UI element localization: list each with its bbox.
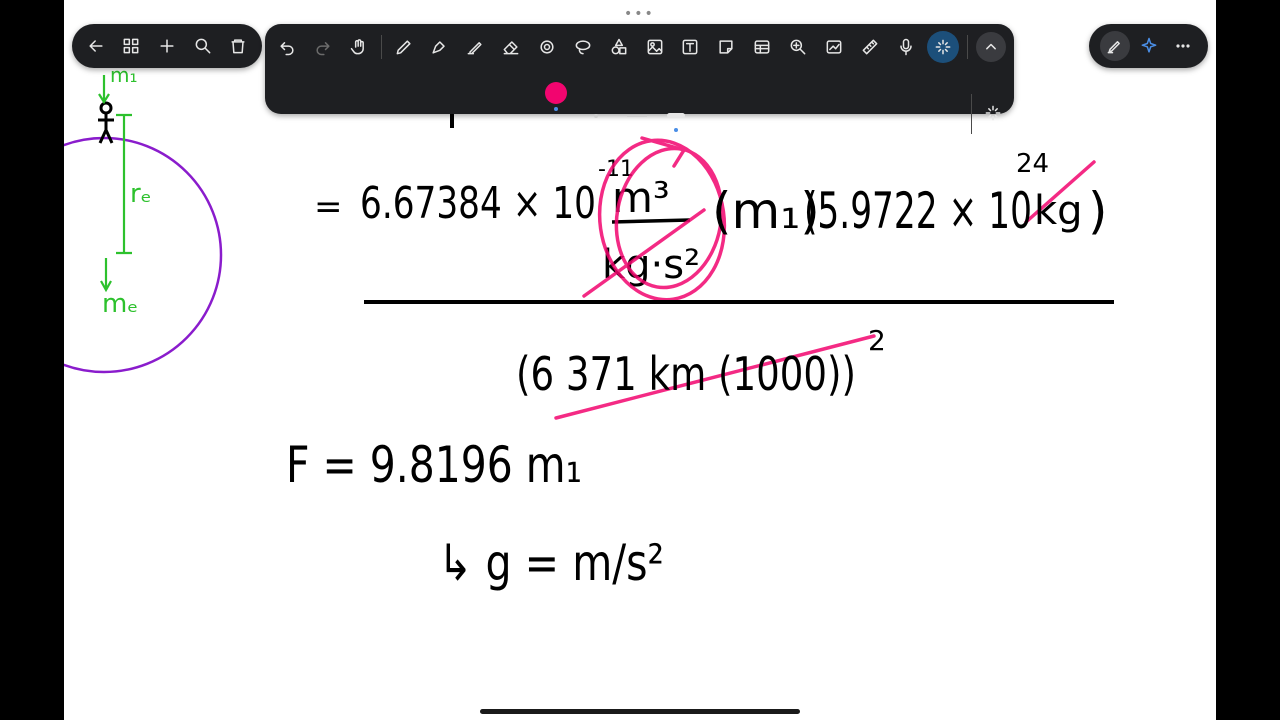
home-indicator[interactable]: [480, 709, 800, 714]
tape-icon[interactable]: [533, 33, 561, 61]
label-me: mₑ: [102, 289, 138, 319]
eq-earth-mass: (5.9722 × 10: [804, 182, 1032, 240]
eq-force-result: F = 9.8196 m₁: [286, 436, 582, 494]
eq-me-unit: kg: [1034, 188, 1083, 234]
laser-pointer-icon[interactable]: [927, 31, 960, 63]
eq-me-exponent: 24: [1016, 149, 1049, 179]
trash-icon[interactable]: [224, 32, 252, 60]
label-re: rₑ: [130, 179, 152, 209]
eq-g-units: ↳ g = m/s²: [438, 534, 664, 592]
pen-edit-icon[interactable]: [1099, 31, 1130, 61]
table-icon[interactable]: [748, 33, 776, 61]
eq-me-close: ): [1088, 182, 1108, 240]
grid-icon[interactable]: [117, 32, 145, 60]
lasso-icon[interactable]: [569, 33, 597, 61]
back-arrow-icon[interactable]: [82, 32, 110, 60]
highlighter-icon[interactable]: [461, 33, 489, 61]
text-tool-icon[interactable]: [676, 33, 704, 61]
thickness-thin[interactable]: [627, 115, 647, 117]
assist-toolbar: [1089, 24, 1208, 68]
pen-icon[interactable]: [390, 33, 418, 61]
toolbar-divider: [380, 35, 382, 59]
drawing-toolbar: [265, 24, 1014, 134]
eq-equals: =: [314, 187, 343, 227]
multitask-handle[interactable]: •••: [624, 6, 655, 22]
zoom-icon[interactable]: [784, 33, 812, 61]
shapes-icon[interactable]: [605, 33, 633, 61]
hand-gesture-icon[interactable]: [345, 33, 373, 61]
chevron-up-icon[interactable]: [976, 32, 1007, 62]
fountain-pen-icon[interactable]: [425, 33, 453, 61]
toolbar-divider: [967, 35, 969, 59]
redo-icon[interactable]: [309, 33, 337, 61]
pen-color-swatch[interactable]: [545, 82, 567, 104]
thickness-dot[interactable]: [594, 114, 598, 118]
thickness-selected-indicator: [674, 128, 678, 132]
toolbar-divider: [971, 94, 972, 134]
search-icon[interactable]: [189, 32, 217, 60]
plus-icon[interactable]: [153, 32, 181, 60]
laser-settings-icon[interactable]: [979, 99, 1007, 127]
microphone-icon[interactable]: [892, 33, 920, 61]
color-selected-indicator: [554, 107, 558, 111]
eq-denominator: (6 371 km (1000)): [516, 347, 856, 401]
chart-icon[interactable]: [820, 33, 848, 61]
sparkle-icon[interactable]: [1135, 32, 1163, 60]
eq-den-exponent: 2: [868, 324, 886, 357]
undo-icon[interactable]: [273, 33, 301, 61]
eq-gravitational-constant: 6.67384 × 10: [360, 178, 596, 229]
image-icon[interactable]: [641, 33, 669, 61]
more-icon[interactable]: [1169, 32, 1197, 60]
thickness-thick[interactable]: [667, 113, 685, 118]
ruler-icon[interactable]: [856, 33, 884, 61]
navigation-toolbar: [72, 24, 262, 68]
earth-circle: [64, 136, 223, 374]
eraser-icon[interactable]: [497, 33, 525, 61]
sticky-note-icon[interactable]: [712, 33, 740, 61]
